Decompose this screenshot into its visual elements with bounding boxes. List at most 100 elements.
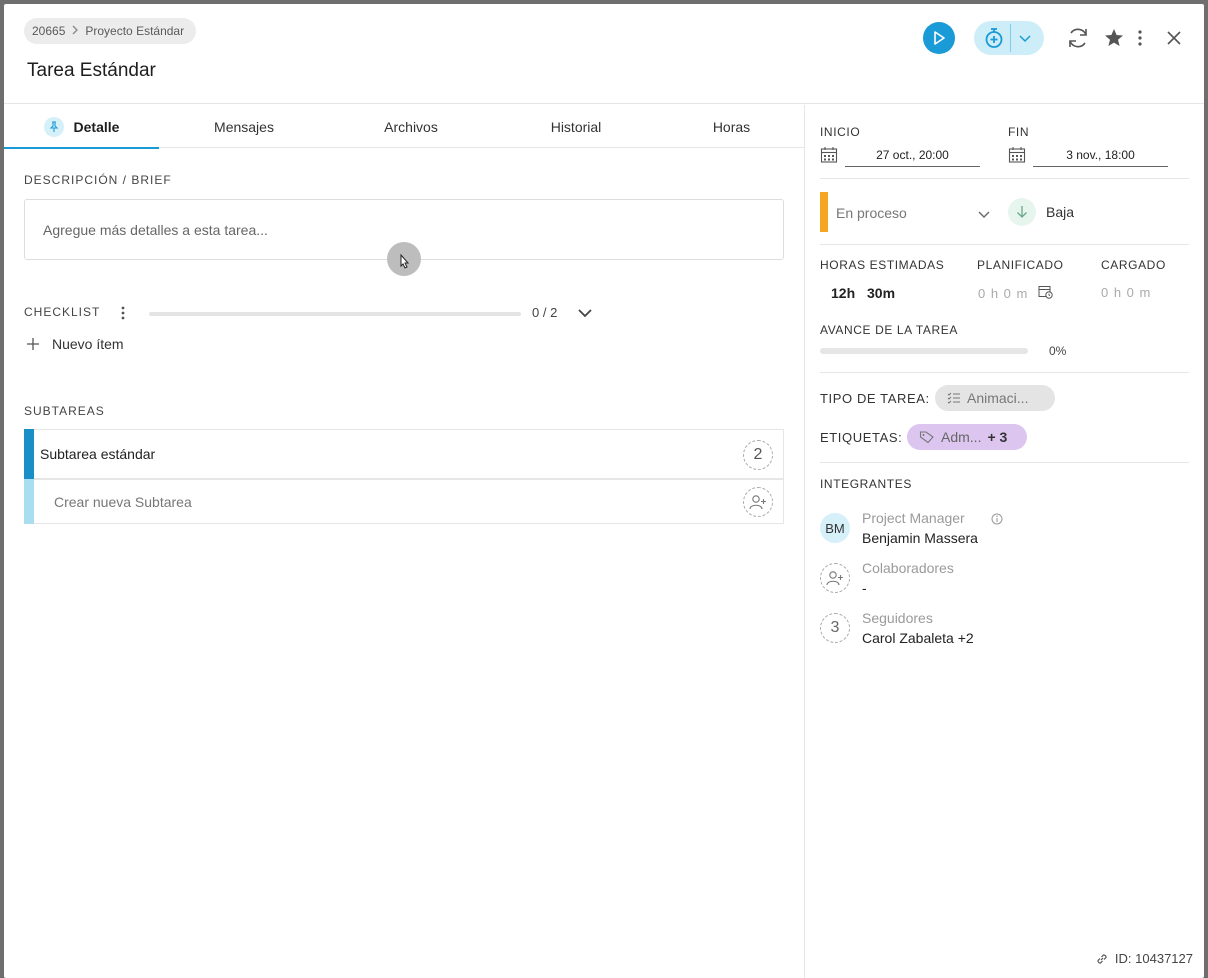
new-subtask-row[interactable]: Crear nueva Subtarea [24,479,784,524]
task-id-link[interactable]: ID: 10437127 [1095,951,1193,966]
subtask-color-bar [24,429,34,479]
planned-label: PLANIFICADO [977,258,1064,272]
add-collaborator-button[interactable] [820,563,850,593]
calendar-clock-icon[interactable] [1038,284,1053,304]
plus-icon [27,338,39,350]
planned-value: 0 h 0 m [978,286,1029,301]
more-vertical-icon [1138,30,1142,46]
tab-label: Detalle [73,118,120,135]
new-checklist-item-button[interactable]: Nuevo ítem [26,336,124,352]
checklist-expand-button[interactable] [577,306,593,324]
new-subtask-input[interactable]: Crear nueva Subtarea [54,494,192,510]
estimated-hours-input[interactable]: 12h 30m [831,285,895,301]
task-type-chip[interactable]: Animaci... [935,385,1055,411]
pm-role-label: Project Manager [862,510,965,526]
status-select[interactable]: En proceso [836,203,991,223]
pin-icon [43,116,64,137]
checklist-menu-button[interactable] [120,305,126,326]
checklist-progress-bar [149,312,521,316]
add-user-icon [826,571,843,586]
tag-icon [919,431,934,444]
tags-label: ETIQUETAS: [820,430,903,445]
arrow-down-icon [1008,198,1036,226]
progress-value: 0% [1049,344,1067,358]
task-sidebar: INICIO FIN 27 oct., 20:00 3 nov., 18:00 … [804,105,1204,978]
calendar-icon [820,146,838,169]
tags-extra-count: + 3 [987,429,1008,445]
assign-user-button[interactable] [743,487,773,517]
breadcrumb-project[interactable]: Proyecto Estándar [85,24,184,38]
more-options-button[interactable] [1130,24,1150,52]
tags-chip[interactable]: Adm... + 3 [907,424,1027,450]
task-id-text: ID: 10437127 [1114,951,1193,966]
subtask-row[interactable]: Subtarea estándar 2 [24,429,784,479]
timer-button[interactable] [974,21,1044,55]
play-button[interactable] [923,22,955,54]
star-icon [1105,29,1123,46]
chevron-down-icon [578,309,592,318]
progress-label: AVANCE DE LA TAREA [820,323,958,337]
estimated-hours-value: 12h [831,285,856,301]
estimated-minutes-value: 30m [867,285,896,301]
status-color-bar [820,192,828,232]
task-type-label: TIPO DE TAREA: [820,391,930,406]
description-placeholder: Agregue más detalles a esta tarea... [43,221,268,238]
pm-name[interactable]: Benjamin Massera [862,530,978,546]
task-progress-bar [820,348,1028,354]
start-label: INICIO [820,125,861,139]
description-label: DESCRIPCIÓN / BRIEF [24,173,172,187]
calendar-icon [1008,146,1026,169]
tab-mensajes[interactable]: Mensajes [159,105,329,148]
modal-header: 20665 Proyecto Estándar Tarea Estándar [4,4,1204,104]
followers-names[interactable]: Carol Zabaleta +2 [862,630,974,646]
task-modal: 20665 Proyecto Estándar Tarea Estándar D… [4,4,1204,978]
end-label: FIN [1008,125,1030,139]
tab-archivos[interactable]: Archivos [329,105,493,148]
more-vertical-icon [121,306,125,320]
close-icon [1167,31,1181,45]
detail-panel: Detalle Mensajes Archivos Historial Hora… [4,105,804,978]
followers-role-label: Seguidores [862,610,933,626]
end-date-input[interactable]: 3 nov., 18:00 [1033,143,1168,167]
tab-horas[interactable]: Horas [659,105,804,148]
breadcrumb[interactable]: 20665 Proyecto Estándar [24,18,197,44]
tab-detalle[interactable]: Detalle [4,105,159,149]
followers-count-badge[interactable]: 3 [820,613,850,643]
add-user-icon [749,495,766,510]
task-type-value: Animaci... [967,390,1029,406]
subtask-name[interactable]: Subtarea estándar [40,446,155,462]
status-label: En proceso [836,205,907,221]
favorite-button[interactable] [1100,24,1128,52]
collaborators-value: - [862,580,867,596]
tab-bar: Detalle Mensajes Archivos Historial Hora… [4,105,804,149]
list-check-icon [947,392,960,404]
charged-value: 0 h 0 m [1101,285,1152,300]
chevron-down-icon [977,207,991,225]
tags-value: Adm... [941,429,982,445]
priority-label: Baja [1046,204,1075,220]
new-item-label: Nuevo ítem [52,336,124,352]
info-icon[interactable] [991,512,1003,530]
subtask-count-badge[interactable]: 2 [743,440,773,470]
pointer-cursor [387,242,421,276]
members-label: INTEGRANTES [820,477,912,491]
close-button[interactable] [1160,24,1188,52]
checklist-header: CHECKLIST 0 / 2 [24,301,604,325]
breadcrumb-id[interactable]: 20665 [32,24,65,38]
tab-historial[interactable]: Historial [493,105,659,148]
subtasks-label: SUBTAREAS [24,404,105,418]
estimated-hours-label: HORAS ESTIMADAS [820,258,945,272]
checklist-count: 0 / 2 [532,305,558,320]
chevron-right-icon [71,25,79,38]
page-title[interactable]: Tarea Estándar [27,60,156,82]
chevron-down-icon[interactable] [1018,32,1032,50]
stopwatch-plus-icon [983,27,1005,54]
priority-select[interactable]: Baja [1008,197,1074,227]
refresh-button[interactable] [1064,24,1092,52]
play-icon [934,31,945,45]
start-date-input[interactable]: 27 oct., 20:00 [845,143,980,167]
checklist-label: CHECKLIST [24,305,101,319]
refresh-icon [1069,28,1087,48]
link-icon [1097,953,1107,964]
avatar[interactable]: BM [820,513,850,543]
